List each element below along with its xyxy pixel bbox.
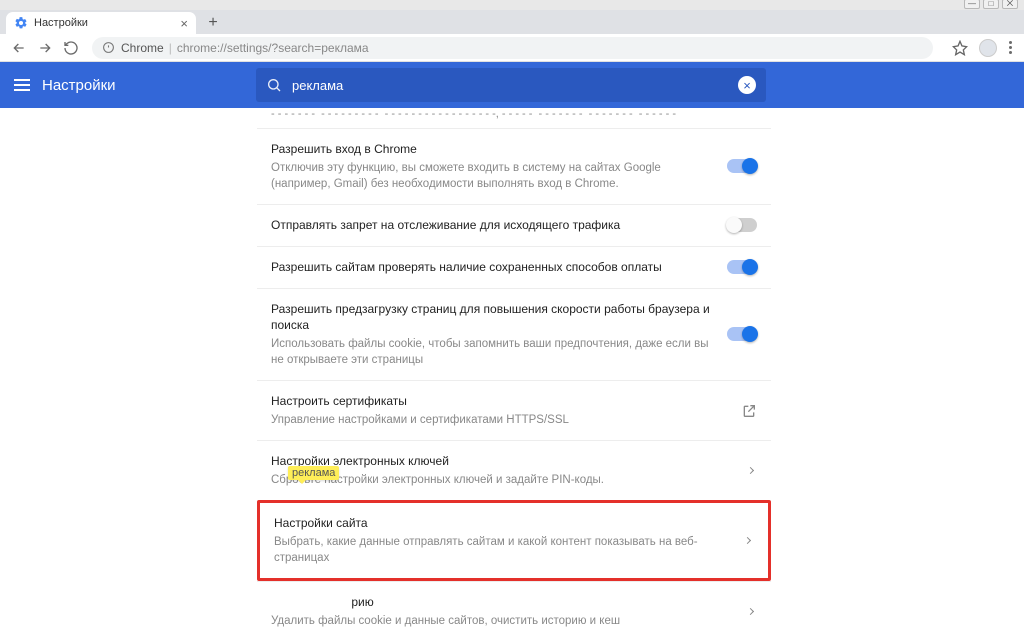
os-close-button[interactable]: ⨉ <box>1002 0 1018 9</box>
url-scheme: Chrome <box>121 41 164 55</box>
row-certificates[interactable]: Настроить сертификаты Управление настрой… <box>257 380 771 440</box>
tab-title: Настройки <box>34 17 88 29</box>
page-title: Настройки <box>42 77 116 94</box>
row-subtitle: Использовать файлы cookie, чтобы запомни… <box>271 336 715 368</box>
address-bar[interactable]: Chrome | chrome://settings/?search=рекла… <box>92 37 933 59</box>
row-subtitle: Управление настройками и сертификатами H… <box>271 412 729 428</box>
toggle-payment-methods[interactable] <box>727 260 757 274</box>
row-title: Разрешить вход в Chrome <box>271 141 715 158</box>
settings-header: Настройки × <box>0 62 1024 108</box>
row-clear-data[interactable]: Очистить историю Удалить файлы cookie и … <box>257 581 771 641</box>
row-title: Очистить историю <box>271 594 736 611</box>
row-title: Настройки сайта <box>274 515 733 532</box>
browser-tab-strip: Настройки × + <box>0 10 1024 34</box>
settings-card: - - - - - - - - - - - - - - - - - - - - … <box>257 108 771 576</box>
toggle-do-not-track[interactable] <box>727 218 757 232</box>
row-preload[interactable]: Разрешить предзагрузку страниц для повыш… <box>257 288 771 381</box>
row-site-settings[interactable]: Настройки сайта Выбрать, какие данные от… <box>257 500 771 581</box>
row-payment-methods[interactable]: Разрешить сайтам проверять наличие сохра… <box>257 246 771 288</box>
row-do-not-track[interactable]: Отправлять запрет на отслеживание для ис… <box>257 204 771 246</box>
row-title: Настроить сертификаты <box>271 393 729 410</box>
chevron-right-icon <box>744 537 751 544</box>
browser-toolbar: Chrome | chrome://settings/?search=рекла… <box>0 34 1024 62</box>
new-tab-button[interactable]: + <box>202 12 224 34</box>
cutoff-row: - - - - - - - - - - - - - - - - - - - - … <box>257 108 771 128</box>
row-subtitle: Удалить файлы cookie и данные сайтов, оч… <box>271 613 736 629</box>
reload-button[interactable] <box>58 35 84 61</box>
toggle-preload[interactable] <box>727 327 757 341</box>
os-maximize-button[interactable]: □ <box>983 0 999 9</box>
clear-search-button[interactable]: × <box>738 76 756 94</box>
settings-body: - - - - - - - - - - - - - - - - - - - - … <box>0 108 1024 576</box>
browser-menu-button[interactable] <box>1003 41 1018 54</box>
os-minimize-button[interactable]: — <box>964 0 980 9</box>
bookmark-star-icon[interactable] <box>947 35 973 61</box>
toggle-chrome-login[interactable] <box>727 159 757 173</box>
tab-close-icon[interactable]: × <box>180 16 188 31</box>
row-title: Разрешить сайтам проверять наличие сохра… <box>271 259 715 276</box>
external-link-icon <box>741 403 757 419</box>
row-subtitle: Выбрать, какие данные отправлять сайтам … <box>274 534 733 566</box>
forward-button[interactable] <box>32 35 58 61</box>
settings-gear-icon <box>14 16 28 30</box>
row-title: Настройки электронных ключей <box>271 453 736 470</box>
url-divider: | <box>169 41 172 55</box>
menu-hamburger-icon[interactable] <box>14 79 30 91</box>
profile-avatar[interactable] <box>979 39 997 57</box>
row-subtitle: Отключив эту функцию, вы сможете входить… <box>271 160 715 192</box>
search-highlight-chip: реклама <box>288 466 339 480</box>
row-title: Отправлять запрет на отслеживание для ис… <box>271 217 715 234</box>
chevron-right-icon <box>747 608 754 615</box>
row-chrome-login[interactable]: Разрешить вход в Chrome Отключив эту фун… <box>257 128 771 204</box>
row-subtitle: Сбросьте настройки электронных ключей и … <box>271 472 736 488</box>
settings-search-input[interactable] <box>292 78 738 93</box>
search-icon <box>266 77 282 93</box>
os-titlebar: — □ ⨉ <box>0 0 1024 10</box>
browser-tab[interactable]: Настройки × <box>6 12 196 34</box>
url-text: chrome://settings/?search=реклама <box>177 41 369 55</box>
chevron-right-icon <box>747 467 754 474</box>
settings-search-box[interactable]: × <box>256 68 766 102</box>
site-info-icon <box>102 41 115 54</box>
row-title: Разрешить предзагрузку страниц для повыш… <box>271 301 715 335</box>
back-button[interactable] <box>6 35 32 61</box>
